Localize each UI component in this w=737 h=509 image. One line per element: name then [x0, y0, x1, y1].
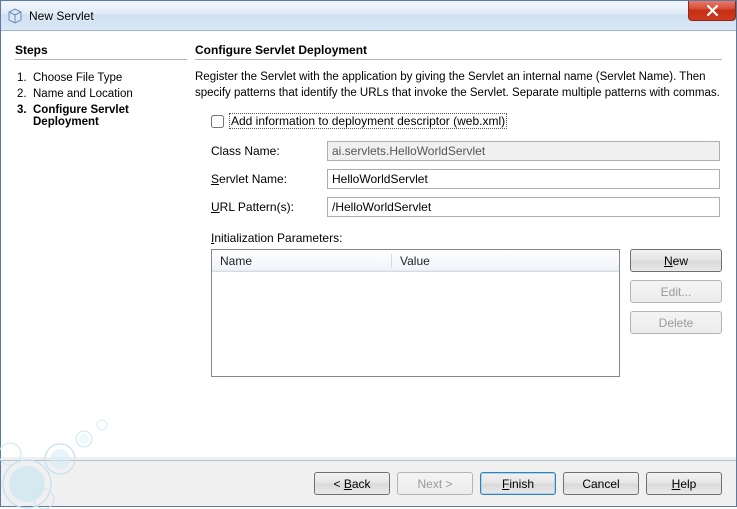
content-description: Register the Servlet with the applicatio…	[195, 70, 722, 101]
divider	[15, 59, 187, 60]
class-name-field	[327, 141, 720, 161]
step-item: 2. Name and Location	[15, 86, 187, 102]
url-pattern-field[interactable]	[327, 197, 720, 217]
init-params-table[interactable]: Name Value	[211, 249, 620, 377]
app-icon	[7, 8, 23, 24]
title-bar: New Servlet	[1, 1, 736, 31]
add-to-webxml-checkbox[interactable]	[211, 115, 224, 128]
servlet-name-label: Servlet Name:	[211, 172, 321, 186]
cancel-button[interactable]: Cancel	[563, 472, 639, 495]
col-name[interactable]: Name	[212, 254, 392, 268]
table-header: Name Value	[212, 250, 619, 272]
step-label: Name and Location	[33, 88, 187, 100]
add-to-webxml-label[interactable]: Add information to deployment descriptor…	[229, 113, 507, 129]
form-grid: Class Name: Servlet Name: URL Pattern(s)…	[211, 141, 720, 217]
dialog-body: Steps 1. Choose File Type 2. Name and Lo…	[1, 31, 736, 457]
content-heading: Configure Servlet Deployment	[195, 43, 722, 57]
close-button[interactable]	[688, 1, 736, 21]
steps-pane: Steps 1. Choose File Type 2. Name and Lo…	[15, 43, 195, 457]
steps-list: 1. Choose File Type 2. Name and Location…	[15, 70, 187, 130]
steps-heading: Steps	[15, 43, 187, 57]
class-name-label: Class Name:	[211, 144, 321, 158]
divider	[195, 59, 722, 60]
close-icon	[707, 5, 718, 16]
step-label: Configure Servlet Deployment	[33, 104, 187, 128]
step-number: 2.	[15, 88, 33, 100]
step-label: Choose File Type	[33, 72, 187, 84]
url-pattern-label: URL Pattern(s):	[211, 200, 321, 214]
back-button[interactable]: < Back	[314, 472, 390, 495]
servlet-name-field[interactable]	[327, 169, 720, 189]
init-params-wrap: Name Value New Edit... Delete	[211, 249, 722, 377]
window-title: New Servlet	[29, 9, 94, 23]
new-button[interactable]: New	[630, 249, 722, 272]
edit-button: Edit...	[630, 280, 722, 303]
content-pane: Configure Servlet Deployment Register th…	[195, 43, 722, 457]
help-button[interactable]: Help	[646, 472, 722, 495]
params-side-buttons: New Edit... Delete	[630, 249, 722, 377]
step-item: 1. Choose File Type	[15, 70, 187, 86]
init-params-label: Initialization Parameters:	[211, 231, 722, 245]
finish-button[interactable]: Finish	[480, 472, 556, 495]
wizard-footer: < Back Next > Finish Cancel Help	[1, 460, 736, 506]
step-number: 3.	[15, 104, 33, 128]
add-to-webxml-row: Add information to deployment descriptor…	[211, 113, 722, 129]
step-item-active: 3. Configure Servlet Deployment	[15, 102, 187, 130]
col-value[interactable]: Value	[392, 254, 619, 268]
next-button: Next >	[397, 472, 473, 495]
delete-button: Delete	[630, 311, 722, 334]
step-number: 1.	[15, 72, 33, 84]
